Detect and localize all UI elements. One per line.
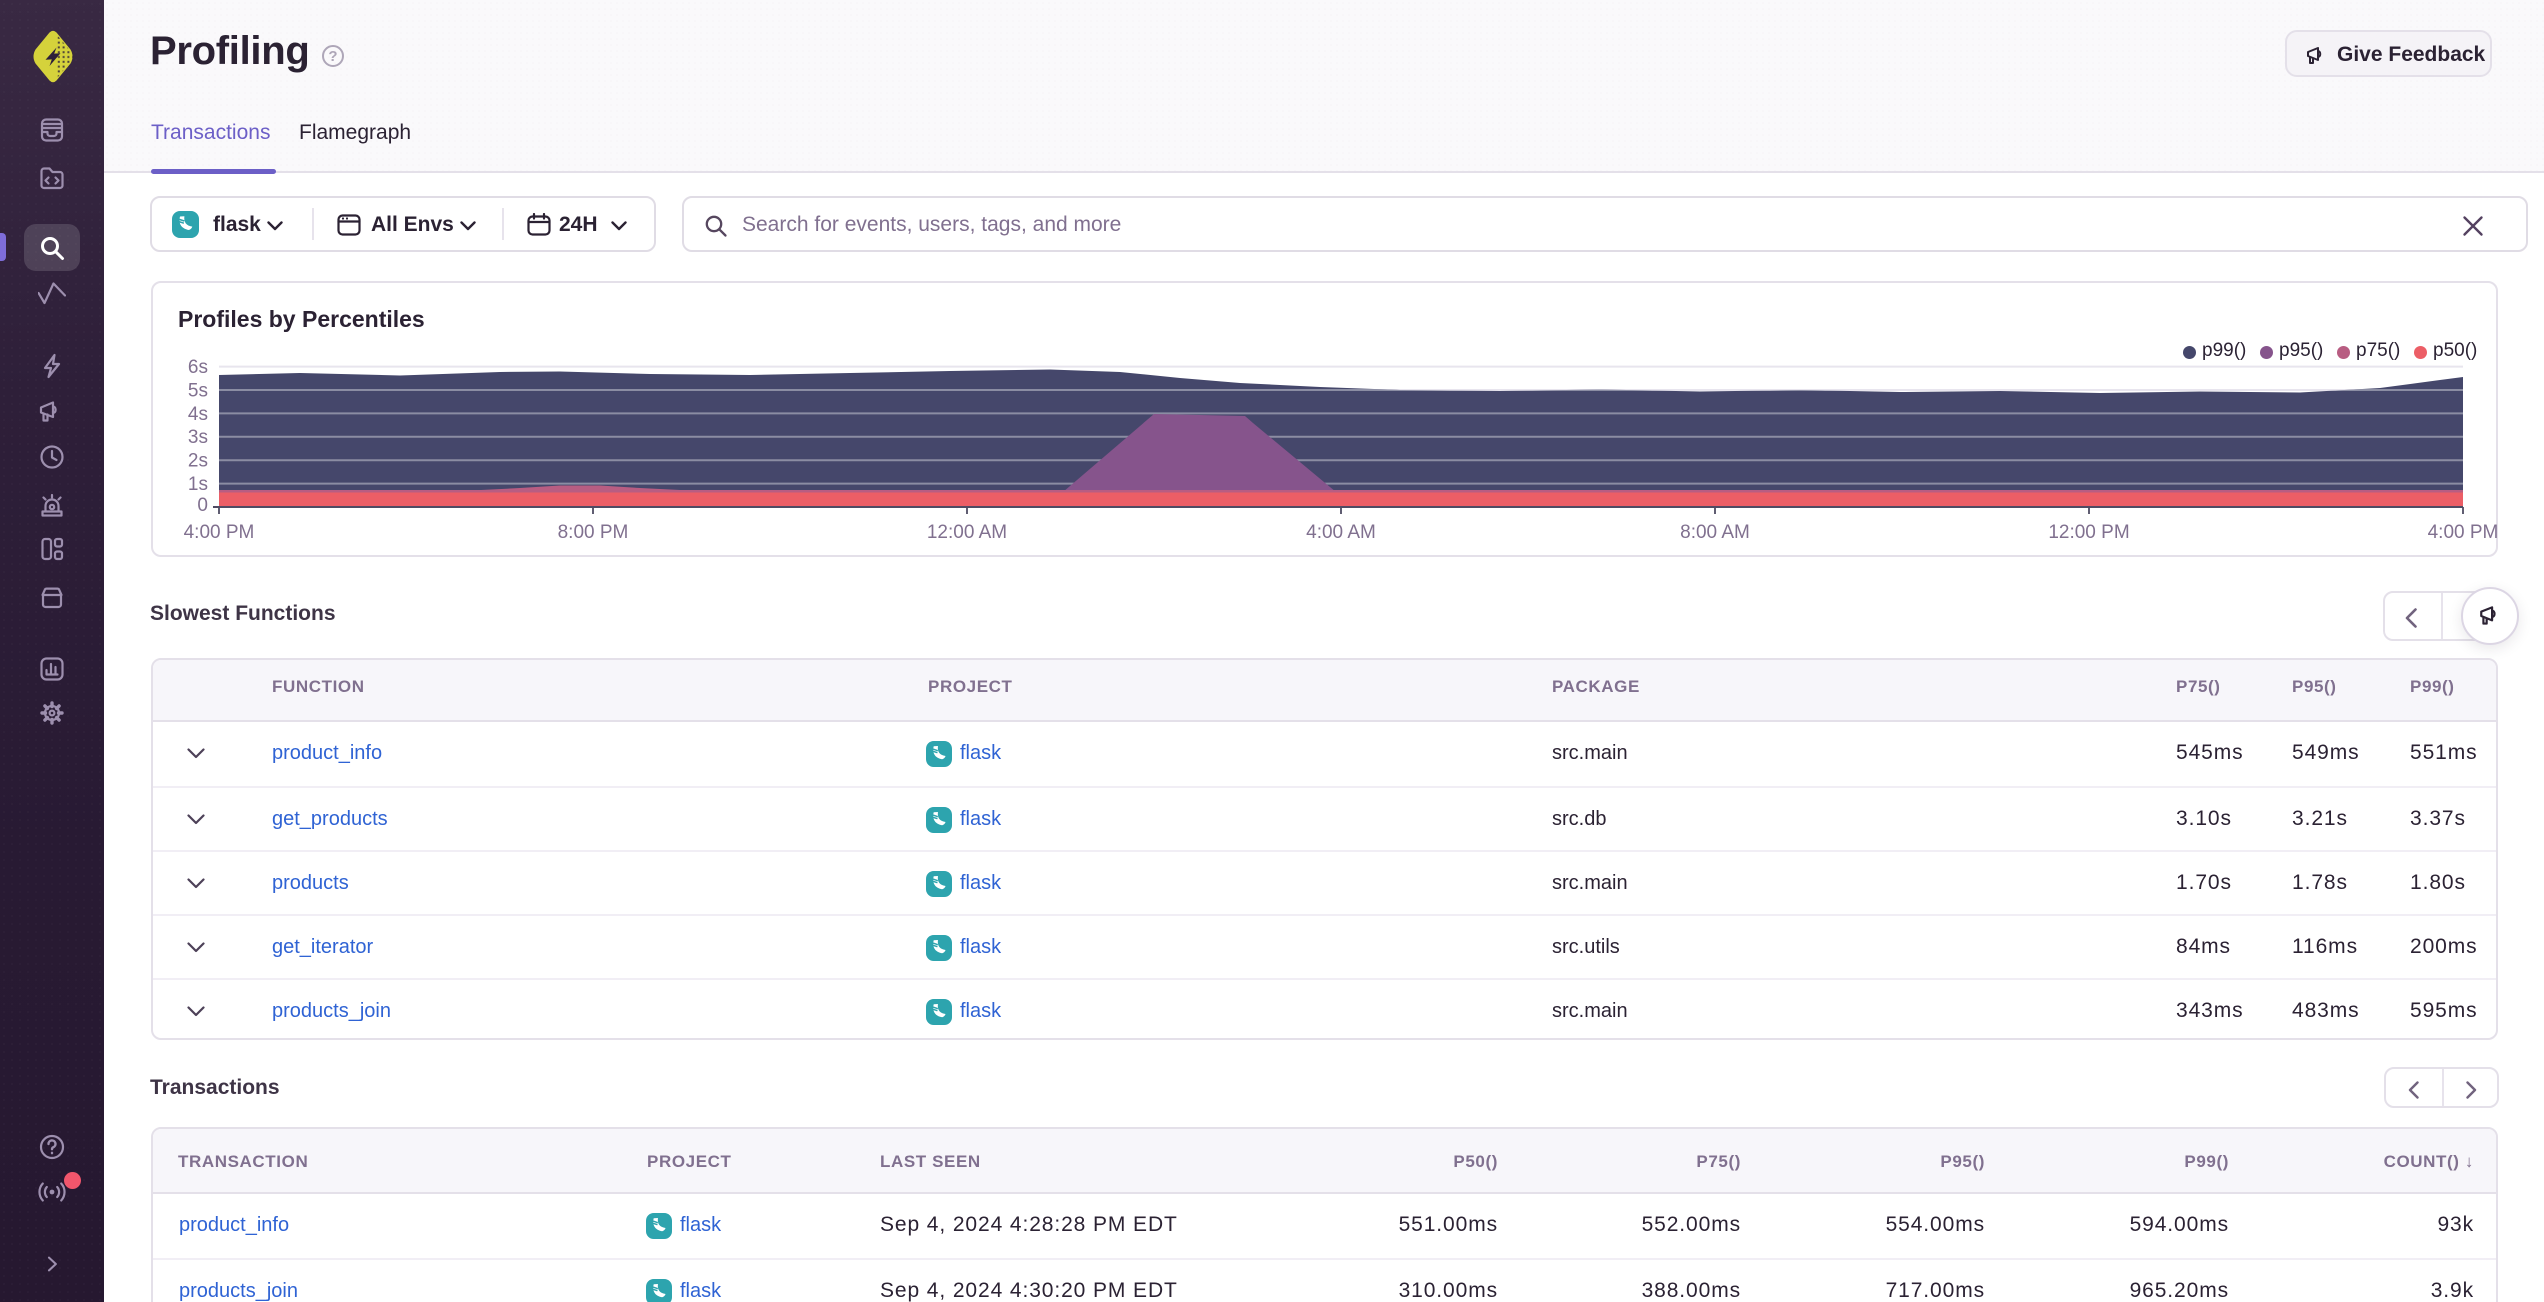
svg-text:12:00 AM: 12:00 AM bbox=[927, 522, 1007, 543]
svg-text:4:00 AM: 4:00 AM bbox=[1306, 522, 1376, 543]
svg-text:4:00 PM: 4:00 PM bbox=[2428, 522, 2499, 543]
svg-text:8:00 AM: 8:00 AM bbox=[1680, 522, 1750, 543]
svg-text:12:00 PM: 12:00 PM bbox=[2048, 522, 2129, 543]
svg-text:3s: 3s bbox=[188, 427, 208, 448]
svg-text:8:00 PM: 8:00 PM bbox=[558, 522, 629, 543]
svg-text:6s: 6s bbox=[188, 357, 208, 378]
svg-text:1s: 1s bbox=[188, 474, 208, 495]
svg-text:4:00 PM: 4:00 PM bbox=[184, 522, 255, 543]
svg-text:5s: 5s bbox=[188, 380, 208, 401]
svg-text:2s: 2s bbox=[188, 451, 208, 472]
svg-text:0: 0 bbox=[197, 495, 208, 516]
svg-text:4s: 4s bbox=[188, 404, 208, 425]
